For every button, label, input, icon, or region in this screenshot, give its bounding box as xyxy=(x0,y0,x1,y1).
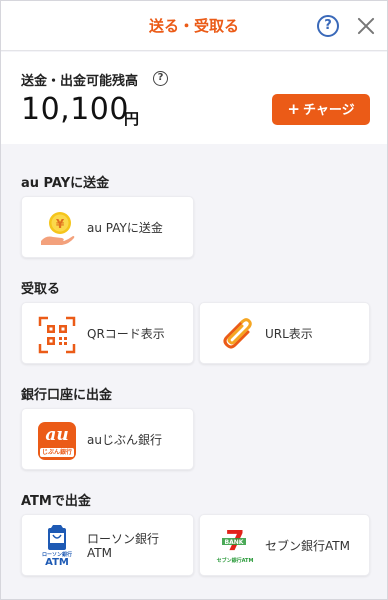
section-title-send: au PAYに送金 xyxy=(21,176,110,191)
help-icon[interactable]: ? xyxy=(317,15,339,37)
charge-label: チャージ xyxy=(302,103,355,118)
header: 送る・受取る ? xyxy=(1,1,387,51)
lawson-bank-logo: ローソン銀行 ATM xyxy=(38,525,76,569)
balance-label: 送金・出金可能残高 xyxy=(21,74,139,89)
section-title-bank: 銀行口座に出金 xyxy=(21,388,113,403)
au-jibun-bank-card[interactable]: au じぶん銀行 auじぶん銀行 xyxy=(21,408,194,470)
close-icon[interactable] xyxy=(355,15,377,37)
charge-button[interactable]: + チャージ xyxy=(272,94,370,125)
balance-amount: 10,100 xyxy=(21,92,129,127)
au-jibun-bank-label: auじぶん銀行 xyxy=(87,433,162,447)
lawson-milk-icon xyxy=(48,525,66,550)
plus-icon: + xyxy=(287,100,300,118)
lawson-atm-label: ローソン銀行 ATM xyxy=(87,515,159,577)
seven-logo-top: BANK xyxy=(225,539,244,546)
qr-code-card[interactable]: QRコード表示 xyxy=(21,302,194,364)
seven-bank-atm-label: セブン銀行ATM xyxy=(265,539,350,553)
balance-unit: 円 xyxy=(124,110,140,128)
lawson-atm-label-line2: ATM xyxy=(87,546,112,560)
send-au-pay-label: au PAYに送金 xyxy=(87,221,163,235)
au-logo-text: au xyxy=(45,425,69,445)
url-card[interactable]: URL表示 xyxy=(199,302,370,364)
url-label: URL表示 xyxy=(265,327,313,341)
paperclip-icon xyxy=(223,318,252,349)
lawson-atm-label-line1: ローソン銀行 xyxy=(87,532,160,546)
seven-bank-logo: 7 BANK セブン銀行ATM xyxy=(216,526,254,568)
seven-logo-icon: 7 BANK xyxy=(222,526,246,556)
lawson-atm-card[interactable]: ローソン銀行 ATM ローソン銀行 ATM xyxy=(21,514,194,576)
seven-logo-bottom: セブン銀行ATM xyxy=(216,558,254,564)
seven-bank-atm-card[interactable]: 7 BANK セブン銀行ATM セブン銀行ATM xyxy=(199,514,370,576)
app-frame: 送る・受取る ? 送金・出金可能残高 ? 10,100 円 + チャージ au P… xyxy=(0,0,388,600)
qr-code-icon xyxy=(38,316,76,354)
section-title-receive: 受取る xyxy=(21,282,61,297)
qr-code-label: QRコード表示 xyxy=(87,327,165,341)
yen-coin-hand-icon: ¥ xyxy=(41,212,75,245)
au-logo-sub: じぶん銀行 xyxy=(40,448,74,457)
balance-help-icon[interactable]: ? xyxy=(153,71,168,86)
lawson-logo-bottom: ATM xyxy=(45,557,69,568)
send-au-pay-card[interactable]: ¥ au PAYに送金 xyxy=(21,196,194,258)
au-jibun-bank-logo: au じぶん銀行 xyxy=(38,422,76,460)
balance-panel: 送金・出金可能残高 ? 10,100 円 + チャージ xyxy=(1,52,387,144)
section-title-atm: ATMで出金 xyxy=(21,494,91,509)
svg-text:¥: ¥ xyxy=(56,217,65,231)
